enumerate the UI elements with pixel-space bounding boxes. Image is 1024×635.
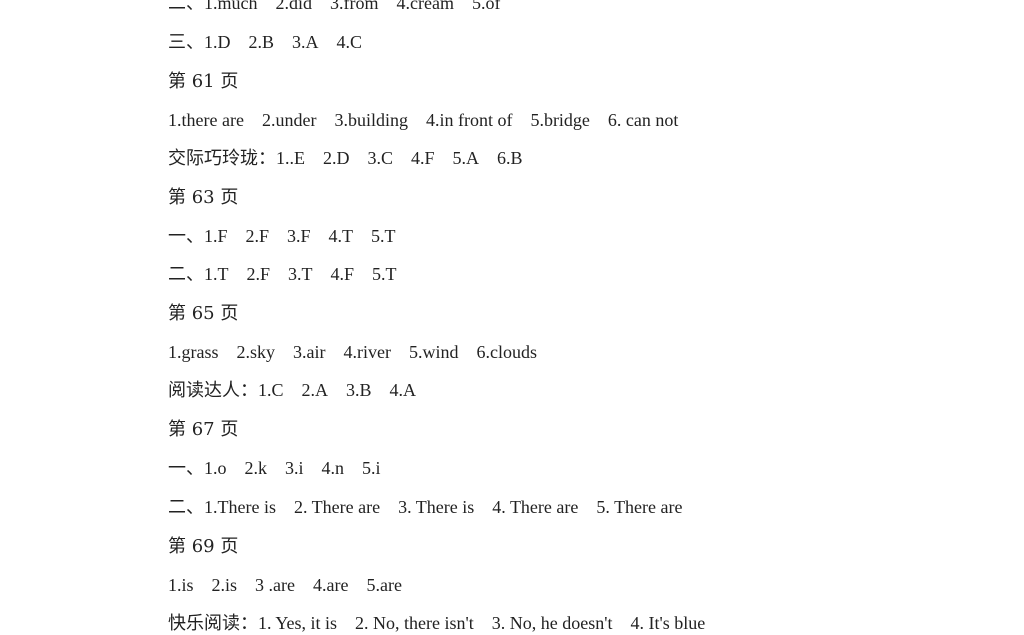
answer-line: 1.grass 2.sky 3.air 4.river 5.wind 6.clouds <box>168 341 555 363</box>
line-prefix: 二、 <box>168 0 204 14</box>
answer-item: 1..E <box>276 148 305 168</box>
line-prefix: 第 67 页 <box>168 419 239 440</box>
answer-item: 5.i <box>362 458 381 478</box>
answer-item: 3.A <box>292 32 319 52</box>
page-heading: 第 67 页 <box>168 418 238 441</box>
answer-key-document: 二、1.much 2.did 3.from 4.cream 5.of 三、1.D 2.B 3.… <box>0 0 1024 634</box>
answer-line: 三、1.D 2.B 3.A 4.C <box>168 31 380 54</box>
answer-item: 1.much <box>204 0 258 13</box>
line-prefix: 阅读达人： <box>168 380 258 401</box>
answer-item: 4.T <box>328 226 354 246</box>
answer-item: 3.F <box>287 226 311 246</box>
answer-item: 5. There are <box>596 497 683 517</box>
line-prefix: 交际巧玲珑： <box>168 148 276 169</box>
line-prefix: 快乐阅读： <box>168 613 258 634</box>
answer-item: 1.There is <box>204 497 276 517</box>
answer-item: 2.A <box>301 380 329 400</box>
answer-item: 5.T <box>371 226 396 246</box>
answer-item: 1.T <box>204 264 229 284</box>
line-prefix: 第 61 页 <box>168 71 239 92</box>
answer-item: 3. There is <box>398 497 475 517</box>
answer-item: 5.wind <box>408 342 459 362</box>
answer-item: 5.T <box>372 264 397 284</box>
line-prefix: 一、 <box>168 458 204 479</box>
answer-line: 交际巧玲珑：1..E 2.D 3.C 4.F 5.A 6.B <box>168 147 541 170</box>
answer-item: 1.D <box>204 32 231 52</box>
answer-item: 2.under <box>261 110 317 130</box>
answer-item: 3.T <box>288 264 313 284</box>
answer-item: 2.F <box>245 226 270 246</box>
line-prefix: 第 65 页 <box>168 303 239 324</box>
answer-item: 4. It's blue <box>630 613 706 633</box>
page-heading: 第 63 页 <box>168 186 238 209</box>
answer-item: 1. Yes, it is <box>258 613 338 633</box>
answer-item: 4.river <box>343 342 391 362</box>
answer-item: 4.F <box>330 264 355 284</box>
answer-item: 5.bridge <box>530 110 590 130</box>
line-prefix: 第 63 页 <box>168 187 239 208</box>
answer-item: 4.cream <box>396 0 454 13</box>
answer-item: 1.there are <box>168 110 244 130</box>
page-heading: 第 65 页 <box>168 302 238 325</box>
answer-item: 3. No, he doesn't <box>491 613 613 633</box>
answer-line: 二、1.There is 2. There are 3. There is 4. Th… <box>168 496 701 519</box>
answer-item: 3.B <box>346 380 372 400</box>
line-prefix: 二、 <box>168 497 204 518</box>
answer-item: 2.sky <box>236 342 276 362</box>
answer-item: 5.of <box>471 0 501 13</box>
answer-item: 1.is <box>168 575 194 595</box>
answer-item: 3.i <box>285 458 304 478</box>
answer-item: 2.B <box>248 32 275 52</box>
answer-line: 二、1.much 2.did 3.from 4.cream 5.of <box>168 0 518 15</box>
page-heading: 第 69 页 <box>168 535 238 558</box>
answer-item: 2.F <box>246 264 271 284</box>
answer-item: 4.are <box>313 575 349 595</box>
answer-item: 2.D <box>323 148 350 168</box>
answer-line: 1.is 2.is 3 .are 4.are 5.are <box>168 574 420 596</box>
answer-item: 1.C <box>258 380 284 400</box>
answer-item: 3.building <box>334 110 408 130</box>
answer-item: 2. No, there isn't <box>355 613 474 633</box>
answer-line: 一、1.F 2.F 3.F 4.T 5.T <box>168 225 414 248</box>
answer-item: 6. can not <box>607 110 679 130</box>
answer-item: 4.in front of <box>425 110 513 130</box>
answer-item: 3 .are <box>255 575 296 595</box>
page-heading: 第 61 页 <box>168 70 238 93</box>
answer-line: 一、1.o 2.k 3.i 4.n 5.i <box>168 457 399 480</box>
answer-item: 1.grass <box>168 342 219 362</box>
line-prefix: 第 69 页 <box>168 536 239 557</box>
answer-item: 4.n <box>321 458 345 478</box>
answer-item: 2. There are <box>293 497 381 517</box>
answer-item: 2.k <box>244 458 268 478</box>
answer-item: 3.air <box>293 342 326 362</box>
line-prefix: 三、 <box>168 32 204 53</box>
answer-item: 4.F <box>411 148 435 168</box>
answer-item: 2.did <box>275 0 313 13</box>
answer-item: 6.B <box>497 148 523 168</box>
answer-item: 4.C <box>336 32 363 52</box>
answer-item: 3.from <box>330 0 379 13</box>
answer-item: 2.is <box>211 575 238 595</box>
answer-item: 3.C <box>367 148 394 168</box>
answer-item: 6.clouds <box>476 342 537 362</box>
answer-item: 4.A <box>389 380 417 400</box>
line-prefix: 二、 <box>168 264 204 285</box>
answer-item: 5.A <box>452 148 480 168</box>
answer-line: 阅读达人：1.C 2.A 3.B 4.A <box>168 379 434 402</box>
answer-line: 二、1.T 2.F 3.T 4.F 5.T <box>168 263 415 286</box>
answer-item: 4. There are <box>492 497 579 517</box>
answer-item: 5.are <box>366 575 402 595</box>
answer-line: 1.there are 2.under 3.building 4.in front o… <box>168 109 696 131</box>
answer-line: 快乐阅读：1. Yes, it is 2. No, there isn't 3. N… <box>168 612 723 635</box>
answer-item: 1.F <box>204 226 228 246</box>
answer-item: 1.o <box>204 458 227 478</box>
line-prefix: 一、 <box>168 226 204 247</box>
